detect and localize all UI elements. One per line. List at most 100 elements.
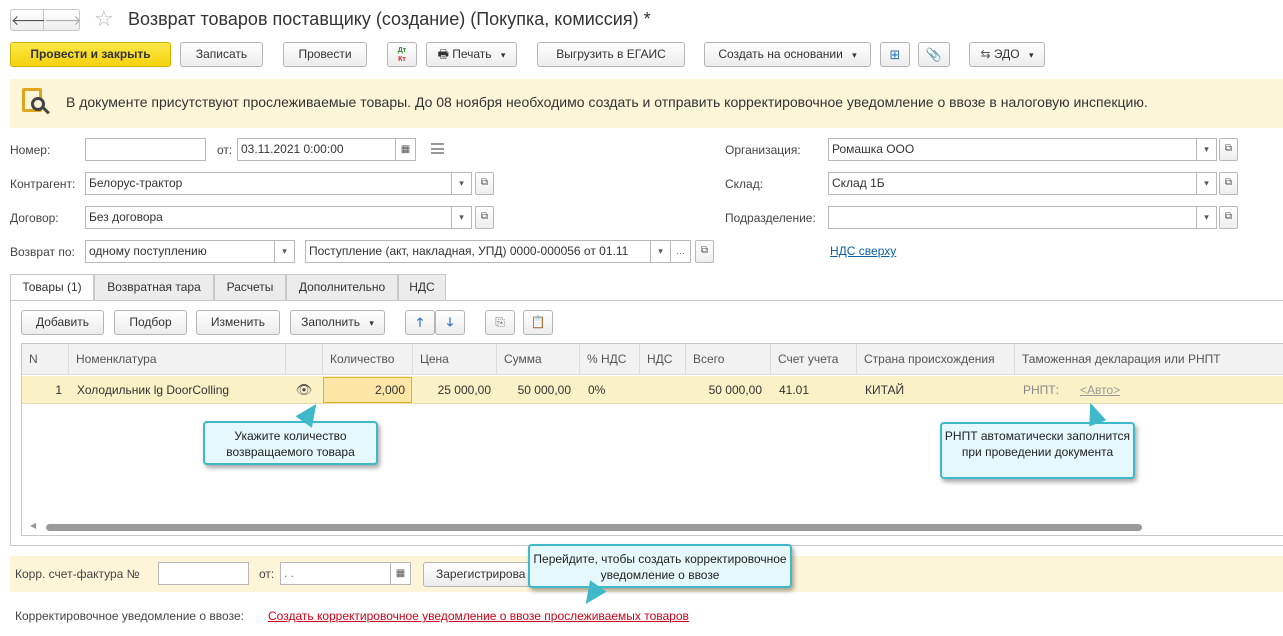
organization-label: Организация: — [725, 143, 801, 157]
cell-price[interactable]: 25 000,00 — [413, 376, 491, 404]
receipt-open-button[interactable]: ⧉ — [695, 240, 714, 263]
cell-vat-rate[interactable]: 0% — [588, 376, 636, 404]
open-icon: ⧉ — [1224, 143, 1233, 154]
qty-callout: Укажите количество возвращаемого товара — [203, 421, 378, 465]
tracking-notice-banner: В документе присутствуют прослеживаемые … — [10, 79, 1283, 128]
cell-total[interactable]: 50 000,00 — [686, 376, 762, 404]
selection-button[interactable]: Подбор — [114, 310, 187, 335]
warehouse-label: Склад: — [725, 177, 764, 191]
qty-callout-text: Укажите количество возвращаемого товара — [226, 429, 355, 459]
organization-field[interactable]: Ромашка ООО — [828, 138, 1197, 161]
counterparty-dropdown-button[interactable]: ▾ — [452, 172, 472, 195]
cell-vat[interactable] — [648, 376, 684, 404]
print-button[interactable]: 🖶 Печать — [426, 42, 517, 67]
tab-vat[interactable]: НДС — [398, 274, 446, 300]
rnpt-callout: РНПТ автоматически заполнится при провед… — [940, 422, 1135, 479]
post-and-close-button[interactable]: Провести и закрыть — [10, 42, 171, 67]
calendar-icon: ▦ — [400, 144, 411, 155]
corr-invoice-date-field[interactable]: . . — [280, 562, 391, 585]
printer-icon: 🖶 — [437, 47, 449, 61]
return-by-label: Возврат по: — [10, 245, 75, 259]
cell-item[interactable]: Холодильник lg DoorColling — [77, 376, 282, 404]
cell-sum[interactable]: 50 000,00 — [497, 376, 571, 404]
scroll-left-arrow[interactable]: ◀ — [30, 521, 36, 530]
tab-payments[interactable]: Расчеты — [214, 274, 286, 300]
receipt-dropdown-button[interactable]: ▾ — [651, 240, 671, 263]
contract-field[interactable]: Без договора — [85, 206, 452, 229]
edit-row-button[interactable]: Изменить — [196, 310, 280, 335]
counterparty-label: Контрагент: — [10, 177, 76, 191]
window-title: Возврат товаров поставщику (создание) (П… — [128, 9, 651, 29]
header-quantity: Количество — [323, 344, 413, 375]
receipt-select-button[interactable]: … — [671, 240, 691, 263]
open-icon: ⧉ — [1224, 177, 1233, 188]
cell-country[interactable]: КИТАЙ — [865, 376, 1011, 404]
forward-button[interactable]: 🡒 — [44, 9, 82, 31]
cell-n: 1 — [55, 383, 62, 397]
header-icon — [286, 344, 323, 375]
scrollbar-thumb[interactable] — [46, 524, 1142, 531]
division-dropdown-button[interactable]: ▾ — [1197, 206, 1217, 229]
header-total: Всего — [686, 344, 771, 375]
vat-on-top-link[interactable]: НДС сверху — [830, 244, 896, 258]
corr-invoice-number-field[interactable] — [158, 562, 249, 585]
header-country: Страна происхождения — [857, 344, 1015, 375]
history-icon[interactable] — [431, 143, 444, 154]
return-by-dropdown-button[interactable]: ▾ — [275, 240, 295, 263]
contract-open-button[interactable]: ⧉ — [475, 206, 494, 229]
dt-kt-icon: Дт — [397, 47, 407, 54]
back-button[interactable]: 🡐 — [10, 9, 49, 31]
contract-dropdown-button[interactable]: ▾ — [452, 206, 472, 229]
tab-additional[interactable]: Дополнительно — [286, 274, 398, 300]
warehouse-dropdown-button[interactable]: ▾ — [1197, 172, 1217, 195]
receipt-field[interactable]: Поступление (акт, накладная, УПД) 0000-0… — [305, 240, 651, 263]
structure-button[interactable]: ⊞ — [880, 42, 910, 67]
notice-callout: Перейдите, чтобы создать корректировочно… — [528, 544, 792, 588]
warehouse-open-button[interactable]: ⧉ — [1219, 172, 1238, 195]
favorite-star-icon[interactable]: ☆ — [94, 6, 114, 32]
header-item: Номенклатура — [69, 344, 286, 375]
division-open-button[interactable]: ⧉ — [1219, 206, 1238, 229]
warehouse-field[interactable]: Склад 1Б — [828, 172, 1197, 195]
attach-button[interactable]: 📎 — [918, 42, 950, 67]
open-icon: ⧉ — [480, 211, 489, 222]
cell-quantity[interactable]: 2,000 — [323, 377, 412, 403]
print-label: Печать — [452, 47, 492, 61]
dt-kt-button[interactable]: Дт Кт — [387, 42, 417, 67]
organization-open-button[interactable]: ⧉ — [1219, 138, 1238, 161]
organization-dropdown-button[interactable]: ▾ — [1197, 138, 1217, 161]
corr-invoice-from-label: от: — [259, 567, 275, 581]
cell-rnpt-value[interactable]: <Авто> — [1080, 376, 1160, 404]
date-field[interactable]: 03.11.2021 0:00:00 — [237, 138, 396, 161]
register-button[interactable]: Зарегистрирова — [423, 562, 543, 587]
cell-account[interactable]: 41.01 — [779, 376, 851, 404]
create-based-on-button[interactable]: Создать на основании — [704, 42, 871, 67]
post-button[interactable]: Провести — [283, 42, 367, 67]
cell-rnpt-label: РНПТ: — [1023, 383, 1059, 397]
return-by-field[interactable]: одному поступлению — [85, 240, 275, 263]
horizontal-scrollbar[interactable]: ◀ — [22, 520, 1283, 534]
move-up-button[interactable]: 🡑 — [405, 310, 435, 335]
egais-export-button[interactable]: Выгрузить в ЕГАИС — [537, 42, 685, 67]
create-import-notice-link[interactable]: Создать корректировочное уведомление о в… — [268, 609, 689, 623]
tab-returnable-containers[interactable]: Возвратная тара — [94, 274, 214, 300]
fill-button[interactable]: Заполнить — [290, 310, 385, 335]
move-down-button[interactable]: 🡓 — [435, 310, 465, 335]
calendar-icon: ▦ — [395, 568, 406, 579]
division-field[interactable] — [828, 206, 1197, 229]
save-button[interactable]: Записать — [180, 42, 263, 67]
edo-label: ЭДО — [993, 47, 1020, 61]
add-row-button[interactable]: Добавить — [21, 310, 104, 335]
arrow-down-icon: 🡓 — [446, 315, 454, 329]
calendar-button[interactable]: ▦ — [396, 138, 416, 161]
tab-goods[interactable]: Товары (1) — [10, 274, 94, 301]
edo-button[interactable]: ⇆ ЭДО — [969, 42, 1045, 67]
number-field[interactable] — [85, 138, 206, 161]
counterparty-field[interactable]: Белорус-трактор — [85, 172, 452, 195]
copy-row-button[interactable]: ⎘ — [485, 310, 515, 335]
copy-icon: ⎘ — [495, 315, 505, 329]
corr-invoice-label: Корр. счет-фактура № — [15, 567, 140, 581]
counterparty-open-button[interactable]: ⧉ — [475, 172, 494, 195]
paste-row-button[interactable]: 📋 — [523, 310, 553, 335]
corr-invoice-calendar-button[interactable]: ▦ — [391, 562, 411, 585]
